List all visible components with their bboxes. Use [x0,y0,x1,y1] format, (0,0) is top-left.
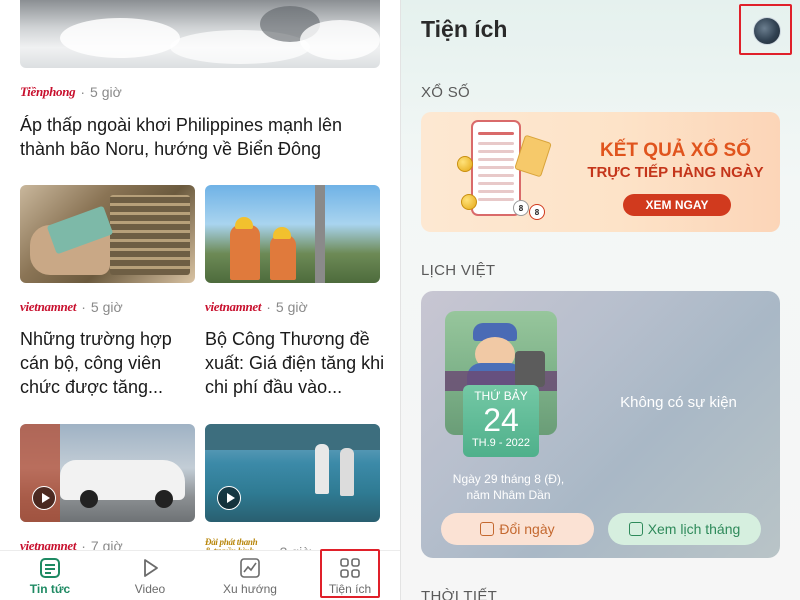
news-panel: Tiềnphong · 5 giờ Áp thấp ngoài khơi Phi… [0,0,400,600]
tab-news[interactable]: Tin tức [0,551,100,600]
lottery-ball-icon: 8 [513,200,529,216]
screen: Tiềnphong · 5 giờ Áp thấp ngoài khơi Phi… [0,0,800,600]
button-label: Xem lịch tháng [647,521,741,537]
coin-icon [457,156,473,172]
article-headline[interactable]: Những trường hợp cán bộ, công viên chức … [20,327,190,399]
lunar-date: Ngày 29 tháng 8 (Đ), năm Nhâm Dần [431,471,586,503]
news-icon [40,558,60,578]
tab-label: Xu hướng [223,582,277,596]
section-header-calendar: LỊCH VIỆT [421,262,496,279]
play-icon[interactable] [32,486,56,510]
section-header-lottery: XỔ SỐ [421,84,471,101]
highlight-box [320,549,380,598]
page-title: Tiện ích [421,16,508,42]
lottery-subtitle: TRỰC TIẾP HÀNG NGÀY [587,164,764,181]
calendar-icon [628,522,643,536]
tab-label: Tin tức [29,582,71,596]
article-image-powerline[interactable] [205,185,380,283]
play-icon[interactable] [217,486,241,510]
tab-video[interactable]: Video [100,551,200,600]
coin-icon [461,194,477,210]
play-icon [144,559,158,577]
time-label: 5 giờ [90,299,123,315]
tab-label: Video [134,582,166,596]
source-line: vietnamnet · 5 giờ [205,299,308,315]
month-year-label: TH.9 - 2022 [471,437,531,449]
time-label: 5 giờ [90,84,122,100]
weekday-label: THỨ BẢY [474,389,528,403]
utilities-panel: Tiện ích XỔ SỐ 8 8 KẾT QUẢ XỔ SỐ TRỰC TI… [401,0,800,600]
source-logo-vietnamnet: vietnamnet [205,299,262,314]
source-line: vietnamnet · 5 giờ [20,299,123,315]
article-headline[interactable]: Bộ Công Thương đề xuất: Giá điện tăng kh… [205,327,385,399]
calendar-convert-icon [480,522,495,536]
phone-illustration [471,120,521,216]
button-label: Đổi ngày [499,521,555,537]
lottery-ball-icon: 8 [529,204,545,220]
section-header-weather: THỜI TIẾT [421,588,498,600]
article-video-car[interactable] [20,424,195,522]
lottery-title: KẾT QUẢ XỔ SỐ [600,140,751,161]
highlight-box [739,4,792,55]
lottery-banner[interactable]: 8 8 KẾT QUẢ XỔ SỐ TRỰC TIẾP HÀNG NGÀY XE… [421,112,780,232]
article-video-aquaculture[interactable] [205,424,380,522]
day-number: 24 [483,402,519,438]
article-image-money[interactable] [20,185,195,283]
view-now-button[interactable]: XEM NGAY [623,194,731,216]
view-month-button[interactable]: Xem lịch tháng [608,513,761,545]
tab-trends[interactable]: Xu hướng [200,551,300,600]
source-logo-vietnamnet: vietnamnet [20,299,77,314]
convert-date-button[interactable]: Đổi ngày [441,513,594,545]
time-label: 5 giờ [275,299,308,315]
article-headline[interactable]: Áp thấp ngoài khơi Philippines mạnh lên … [20,113,370,161]
source-logo-tienphong: Tiềnphong [20,84,76,99]
calendar-card: THỨ BẢY 24 TH.9 - 2022 Ngày 29 tháng 8 (… [421,291,780,558]
lunar-date-line: Ngày 29 tháng 8 (Đ), [452,472,565,486]
lunar-year-line: năm Nhâm Dần [466,488,551,502]
date-card[interactable]: THỨ BẢY 24 TH.9 - 2022 [463,385,539,457]
source-line: Tiềnphong · 5 giờ [20,84,122,100]
no-event-text: Không có sự kiện [620,394,737,411]
trend-icon [240,558,260,578]
article-image-storm[interactable] [20,0,380,68]
